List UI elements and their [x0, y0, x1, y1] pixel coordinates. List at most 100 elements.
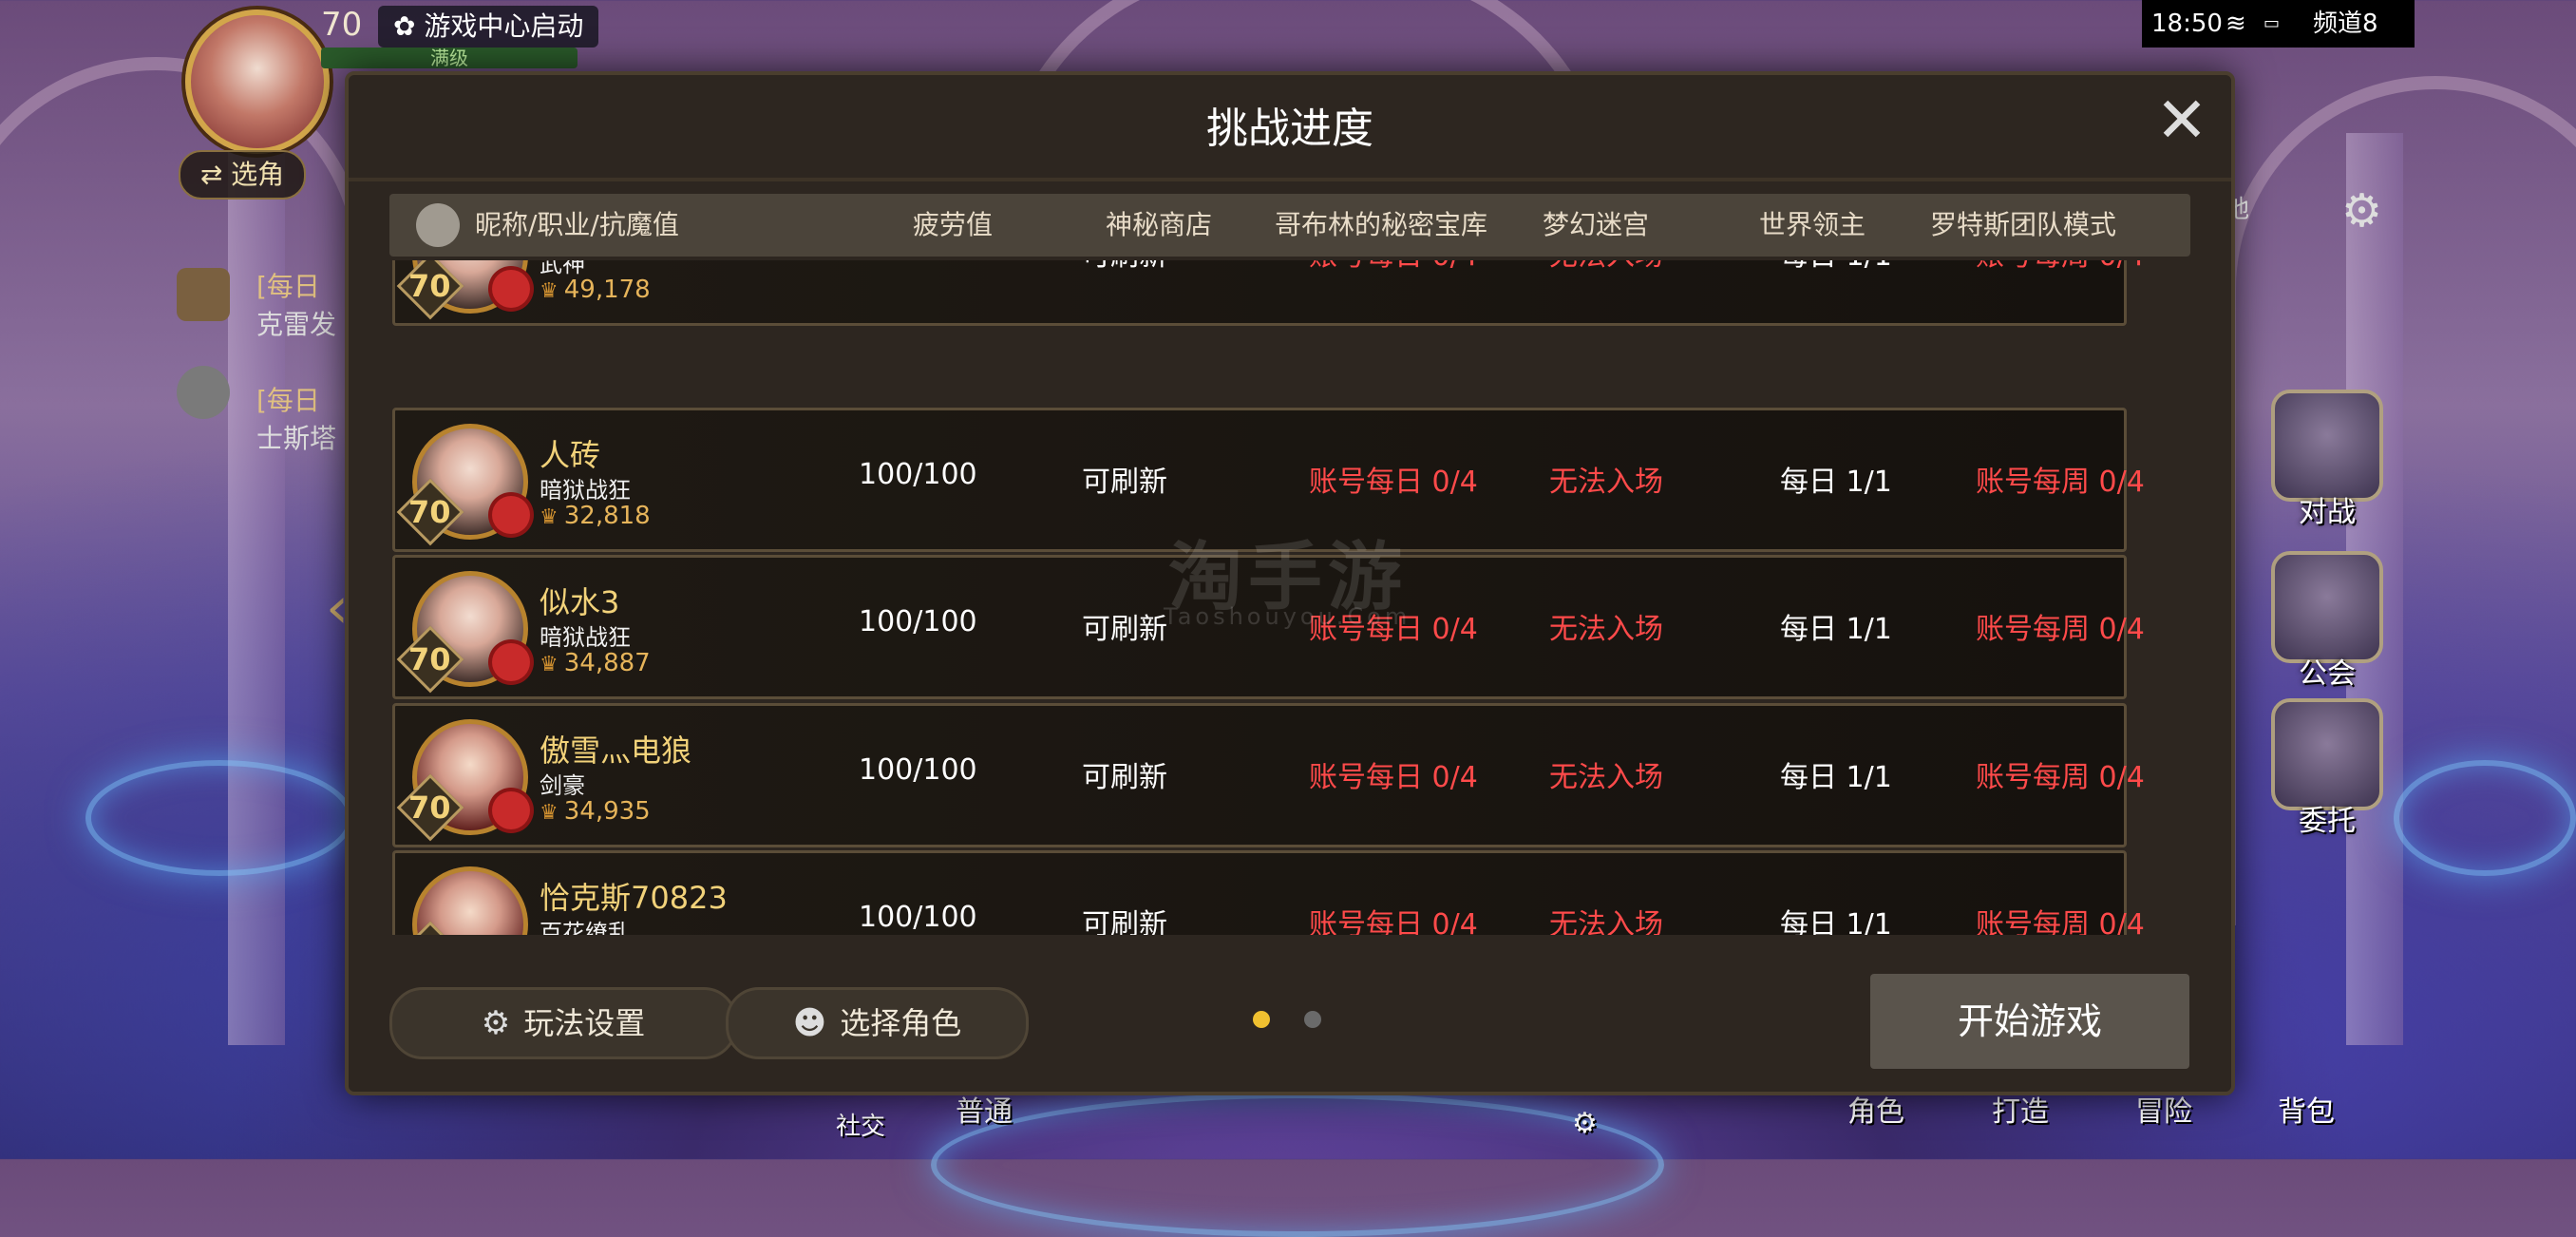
close-icon[interactable]: ✕ [2153, 89, 2210, 152]
switch-character-button[interactable]: ⇄ 选角 [179, 150, 306, 200]
table-header: 昵称/职业/抗魔值 疲劳值 神秘商店 哥布林的秘密宝库 梦幻迷宫 世界领主 罗特… [389, 194, 2190, 257]
shop-status: 可刷新 [1082, 466, 1167, 499]
dialog-title: 挑战进度 [1206, 105, 1373, 153]
character-job: 暗狱战狂 [540, 477, 631, 504]
raid-status: 账号每周 0/4 [1976, 908, 2145, 935]
fatigue-value: 100/100 [859, 901, 977, 934]
goblin-status: 账号每日 0/4 [1309, 260, 1478, 274]
goblin-status: 账号每日 0/4 [1309, 466, 1478, 499]
settings-gear-icon[interactable]: ⚙ [2341, 188, 2382, 234]
flower-icon [492, 791, 530, 829]
anti-magic-value: ♛ 34,935 [540, 797, 651, 826]
character-level: 70 [408, 641, 451, 677]
fatigue-value: 100/100 [859, 260, 977, 265]
experience-bar: 满级 [321, 48, 578, 68]
header-fatigue: 疲劳值 [913, 209, 994, 240]
header-maze: 梦幻迷宫 [1543, 209, 1650, 240]
maze-status: 无法入场 [1549, 260, 1663, 274]
character-silhouette-icon [416, 203, 460, 247]
scroll-icon[interactable] [177, 268, 230, 321]
bag-menu[interactable]: 背包 [2278, 1088, 2335, 1130]
anti-magic-value: ♛ 34,887 [540, 649, 651, 677]
shop-status: 可刷新 [1082, 761, 1167, 794]
cat-head-icon: ♛ [540, 279, 559, 303]
cat-head-icon: ♛ [540, 505, 559, 529]
gameplay-settings-button[interactable]: ⚙ 玩法设置 [389, 987, 737, 1059]
goblin-status: 账号每日 0/4 [1309, 908, 1478, 935]
header-raid: 罗特斯团队模式 [1930, 209, 2117, 240]
character-name: 似水3 [540, 584, 620, 620]
lord-status: 每日 1/1 [1780, 908, 1892, 935]
raid-status: 账号每周 0/4 [1976, 761, 2145, 794]
magic-circle-center [931, 1093, 1664, 1237]
bottom-settings-icon[interactable]: ⚙ [1572, 1107, 1598, 1140]
flower-icon [492, 496, 530, 534]
maze-status: 无法入场 [1549, 466, 1663, 499]
title-divider [349, 178, 2231, 181]
header-lord: 世界领主 [1759, 209, 1866, 240]
anti-magic-value: ♛ 32,818 [540, 502, 651, 530]
magic-circle-left [85, 760, 353, 876]
character-row[interactable]: 70 傲雪灬电狼 剑豪 ♛ 34,935 100/100 可刷新 账号每日 0/4 无法入场 每日… [392, 703, 2145, 847]
raid-status: 账号每周 0/4 [1976, 466, 2145, 499]
character-row[interactable]: 69恰克斯70823百花缭乱♛24,826100/100可刷新账号每日 0/4无… [392, 850, 2145, 935]
daily-task-1[interactable]: [每日 克雷发 [256, 266, 342, 342]
cat-head-icon: ♛ [540, 653, 559, 676]
header-name: 昵称/职业/抗魔值 [475, 209, 679, 240]
character-level: 70 [408, 268, 451, 304]
character-row[interactable]: 70武神♛49,178100/100可刷新账号每日 0/4无法入场每日 1/1账… [392, 260, 2145, 326]
battery-icon: ▭ [2263, 13, 2281, 33]
status-bar: 18:50 ≋ ▭ 频道8 [2142, 0, 2415, 48]
game-center-button[interactable]: ✿ 游戏中心启动 [378, 6, 599, 48]
social-menu[interactable]: 社交 [836, 1107, 885, 1142]
settings-gear-icon: ⚙ [481, 1004, 511, 1042]
magic-circle-right [2394, 760, 2576, 876]
watermark-url: Taoshouyou.Com [1164, 603, 1411, 630]
crossed-swords-icon [2271, 390, 2383, 502]
header-goblin: 哥布林的秘密宝库 [1275, 209, 1488, 240]
lord-status: 每日 1/1 [1780, 761, 1892, 794]
guild-menu[interactable]: 公会 [2265, 551, 2389, 692]
channel-label: 频道8 [2313, 10, 2378, 38]
group-icon[interactable] [177, 366, 230, 419]
fatigue-value: 100/100 [859, 753, 977, 787]
flower-icon [492, 643, 530, 681]
clock: 18:50 [2151, 10, 2223, 38]
maze-status: 无法入场 [1549, 908, 1663, 935]
start-game-button[interactable]: 开始游戏 [1870, 974, 2189, 1069]
character-job: 暗狱战狂 [540, 624, 631, 651]
maze-status: 无法入场 [1549, 613, 1663, 646]
shop-status: 可刷新 [1082, 613, 1167, 646]
daily-task-2[interactable]: [每日 士斯塔 [256, 380, 342, 456]
fatigue-value: 100/100 [859, 605, 977, 638]
header-shop: 神秘商店 [1106, 209, 1213, 240]
page-indicator-dot-2[interactable] [1304, 1011, 1321, 1028]
cat-head-icon: ♛ [540, 801, 559, 825]
goblin-status: 账号每日 0/4 [1309, 761, 1478, 794]
shop-status: 可刷新 [1082, 260, 1167, 274]
page-indicator-dot-1[interactable] [1253, 1011, 1270, 1028]
character-select-icon: ☻ [792, 1004, 827, 1042]
game-center-icon: ✿ [393, 10, 425, 42]
character-name: 傲雪灬电狼 [540, 733, 692, 769]
flower-icon [492, 270, 530, 308]
lord-status: 每日 1/1 [1780, 260, 1892, 274]
character-name: 人砖 [540, 437, 601, 473]
fatigue-value: 100/100 [859, 458, 977, 491]
character-job: 剑豪 [540, 772, 585, 799]
lord-status: 每日 1/1 [1780, 613, 1892, 646]
wifi-icon: ≋ [2226, 10, 2246, 38]
commission-menu[interactable]: 委托 [2265, 698, 2389, 839]
lord-status: 每日 1/1 [1780, 466, 1892, 499]
character-level: 70 [408, 790, 451, 826]
player-level: 70 [321, 6, 363, 44]
shop-status: 可刷新 [1082, 908, 1167, 935]
guild-shield-icon [2271, 551, 2383, 663]
character-level: 70 [408, 494, 451, 530]
battle-menu[interactable]: 对战 [2265, 390, 2389, 530]
player-avatar[interactable] [185, 10, 330, 154]
select-role-button[interactable]: ☻ 选择角色 [726, 987, 1029, 1059]
background-pillar-left [228, 95, 285, 1045]
character-name: 恰克斯70823 [540, 880, 728, 916]
character-job: 百花缭乱 [540, 920, 631, 935]
